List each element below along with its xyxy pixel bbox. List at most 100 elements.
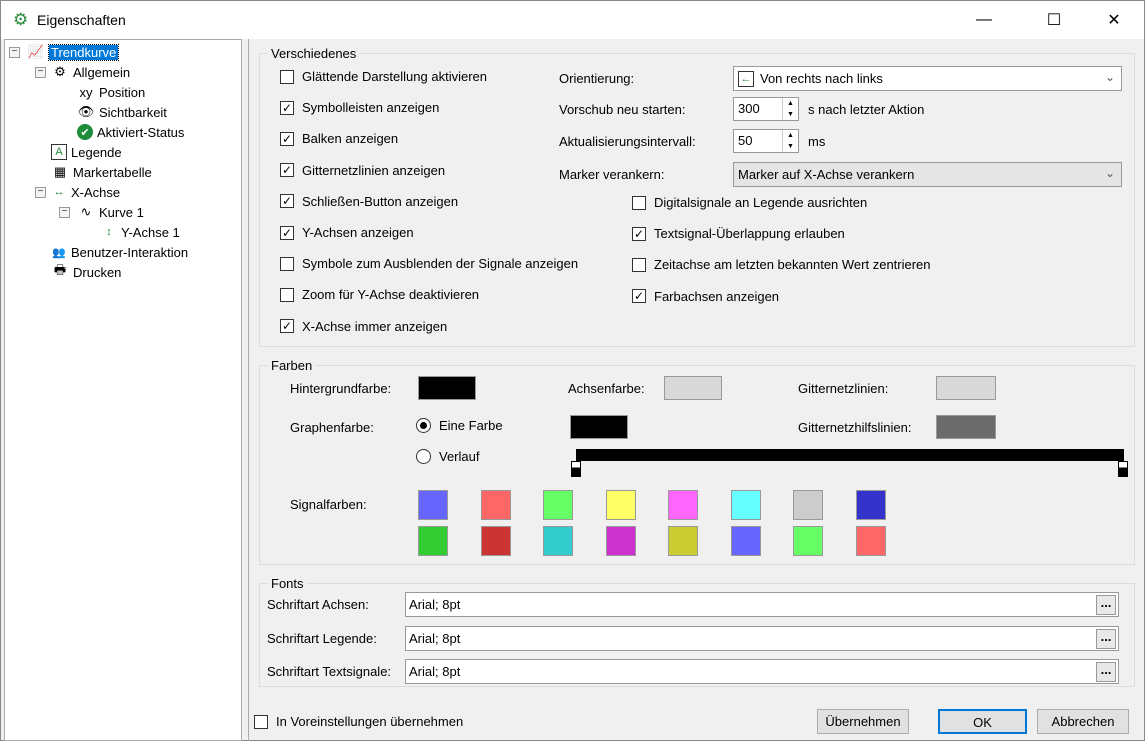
cancel-button[interactable]: Abbrechen [1037, 709, 1129, 734]
bg-color-swatch[interactable] [418, 376, 476, 400]
graph-color-swatch[interactable] [570, 415, 628, 439]
checkbox-schlie-en-button-anzeigen[interactable]: ✓ Schließen-Button anzeigen [280, 194, 458, 209]
font-field[interactable]: Arial; 8pt [405, 592, 1119, 617]
tree-item-label: Aktiviert-Status [97, 124, 185, 140]
signal-color-swatch[interactable] [855, 490, 886, 520]
signal-color-swatch[interactable] [605, 490, 636, 520]
signal-color-swatch[interactable] [668, 490, 698, 520]
tree-item-sichtbarkeit[interactable]: 👁 Sichtbarkeit [77, 102, 167, 122]
signal-color-swatch[interactable] [480, 490, 511, 520]
checkbox-label: Y-Achsen anzeigen [302, 225, 414, 240]
minimize-button[interactable]: — [961, 1, 1007, 39]
browse-font-button[interactable]: ... [1096, 662, 1116, 682]
grid-color-swatch[interactable] [936, 376, 996, 400]
signal-color-swatch[interactable] [793, 490, 823, 520]
gradient-stop-right[interactable] [1118, 461, 1128, 477]
checkbox-textsignal-berlappung-erlauben[interactable]: ✓ Textsignal-Überlappung erlauben [632, 226, 845, 241]
signal-color-swatch[interactable] [855, 526, 886, 556]
ok-button[interactable]: OK [938, 709, 1027, 734]
orientation-label: Orientierung: [559, 71, 635, 86]
tree-item-allgemein[interactable]: ⚙ Allgemein [51, 62, 130, 82]
checkbox-digitalsignale-an-legende-ausrichten[interactable]: Digitalsignale an Legende ausrichten [632, 195, 867, 210]
signal-color-swatch[interactable] [730, 490, 761, 520]
tree-item-label: Allgemein [73, 64, 131, 80]
checkbox-symbole-zum-ausblenden-der-signale-anzeigen[interactable]: Symbole zum Ausblenden der Signale anzei… [280, 256, 578, 271]
font-field[interactable]: Arial; 8pt [405, 659, 1119, 684]
radio-one-color[interactable]: Eine Farbe [416, 418, 503, 433]
interval-spinner[interactable]: 50 ▲ ▼ [733, 129, 799, 153]
feed-spinner[interactable]: 300 ▲ ▼ [733, 97, 799, 121]
checkbox-label: Textsignal-Überlappung erlauben [654, 226, 845, 242]
signal-color-swatch[interactable] [543, 490, 573, 520]
signal-color-swatch[interactable] [668, 526, 698, 556]
chevron-down-icon: ⌄ [1104, 166, 1115, 180]
feed-value: 300 [738, 101, 760, 116]
tree-item-position[interactable]: xy Position [77, 82, 146, 102]
checkbox-box [632, 257, 646, 272]
spin-buttons[interactable]: ▲ ▼ [782, 98, 798, 120]
collapse-icon[interactable]: − [59, 207, 70, 218]
checkbox-zoom-f-r-y-achse-deaktivieren[interactable]: Zoom für Y-Achse deaktivieren [280, 287, 479, 302]
browse-font-button[interactable]: ... [1096, 595, 1116, 615]
signal-color-swatch[interactable] [793, 526, 823, 556]
checkbox-zeitachse-am-letzten-bekannten-wert-zentrieren[interactable]: Zeitachse am letzten bekannten Wert zent… [632, 257, 931, 272]
collapse-icon[interactable]: − [9, 47, 20, 58]
checkbox-label: Zoom für Y-Achse deaktivieren [302, 287, 480, 303]
signal-color-swatch[interactable] [543, 526, 573, 556]
radio-label: Verlauf [439, 449, 480, 464]
interval-label: Aktualisierungsintervall: [559, 134, 696, 149]
xy-icon: xy [79, 84, 93, 100]
gradient-stop-left[interactable] [571, 461, 581, 477]
tree-item-kurve-1[interactable]: ∿ Kurve 1 [77, 202, 144, 222]
checkbox-gitternetzlinien-anzeigen[interactable]: ✓ Gitternetzlinien anzeigen [280, 163, 445, 178]
signal-color-swatch[interactable] [418, 490, 448, 520]
checkbox-symbolleisten-anzeigen[interactable]: ✓ Symbolleisten anzeigen [280, 100, 439, 115]
checkbox-label: Gitternetzlinien anzeigen [302, 162, 446, 178]
tree-item-legende[interactable]: A Legende [51, 142, 122, 162]
orientation-select[interactable]: ← Von rechts nach links ⌄ [733, 66, 1122, 91]
spin-buttons[interactable]: ▲ ▼ [782, 130, 798, 152]
checkbox-y-achsen-anzeigen[interactable]: ✓ Y-Achsen anzeigen [280, 225, 414, 240]
tree-item-x-achse[interactable]: ↔ X-Achse [51, 182, 121, 202]
graph-color-label: Graphenfarbe: [290, 420, 374, 435]
collapse-icon[interactable]: − [35, 187, 46, 198]
subgrid-color-swatch[interactable] [936, 415, 996, 439]
checkbox-balken-anzeigen[interactable]: ✓ Balken anzeigen [280, 131, 398, 146]
checkbox-label: Farbachsen anzeigen [654, 288, 780, 304]
tree-item-aktiviert-status[interactable]: ✔ Aktiviert-Status [77, 122, 184, 142]
tree-item-trendkurve[interactable]: 📈 Trendkurve [27, 42, 120, 62]
apply-button[interactable]: Übernehmen [817, 709, 909, 734]
checkbox-label: Balken anzeigen [302, 131, 399, 147]
checkbox-gl-ttende-darstellung-aktivieren[interactable]: Glättende Darstellung aktivieren [280, 69, 487, 84]
grid-color-label: Gitternetzlinien: [798, 381, 889, 396]
tree-item-label: Position [99, 84, 146, 100]
marker-select[interactable]: Marker auf X-Achse verankern ⌄ [733, 162, 1122, 187]
font-field[interactable]: Arial; 8pt [405, 625, 1119, 651]
chevron-down-icon: ⌄ [1104, 70, 1115, 84]
checkbox-box: ✓ [280, 319, 294, 334]
tree-item-benutzer-interaktion[interactable]: 👥 Benutzer-Interaktion [51, 242, 188, 262]
gradient-bar [576, 449, 1124, 461]
tree-item-drucken[interactable]: 🖶 Drucken [51, 262, 122, 282]
signal-color-swatch[interactable] [418, 526, 448, 556]
font-label: Schriftart Textsignale: [267, 664, 392, 679]
marker-value: Marker auf X-Achse verankern [738, 167, 915, 182]
radio-gradient[interactable]: Verlauf [416, 449, 479, 464]
collapse-icon[interactable]: − [35, 67, 46, 78]
browse-font-button[interactable]: ... [1096, 628, 1116, 649]
tree-item-markertabelle[interactable]: ▦ Markertabelle [51, 162, 152, 182]
checkbox-box: ✓ [280, 131, 294, 146]
checkbox-farbachsen-anzeigen[interactable]: ✓ Farbachsen anzeigen [632, 289, 779, 304]
tree-item-y-achse-1[interactable]: ↕ Y-Achse 1 [101, 222, 180, 242]
close-button[interactable]: ✕ [1091, 1, 1137, 39]
signal-color-swatch[interactable] [480, 526, 511, 556]
signal-color-swatch[interactable] [730, 526, 761, 556]
maximize-button[interactable]: ☐ [1031, 1, 1077, 39]
signal-color-swatch[interactable] [605, 526, 636, 556]
checkbox-box: ✓ [280, 100, 294, 115]
axis-color-swatch[interactable] [664, 376, 722, 400]
defaults-checkbox[interactable]: In Voreinstellungen übernehmen [254, 714, 463, 729]
checkbox-x-achse-immer-anzeigen[interactable]: ✓ X-Achse immer anzeigen [280, 319, 447, 334]
tree-item-label: Legende [71, 144, 122, 160]
subgrid-color-label: Gitternetzhilfslinien: [798, 420, 912, 435]
